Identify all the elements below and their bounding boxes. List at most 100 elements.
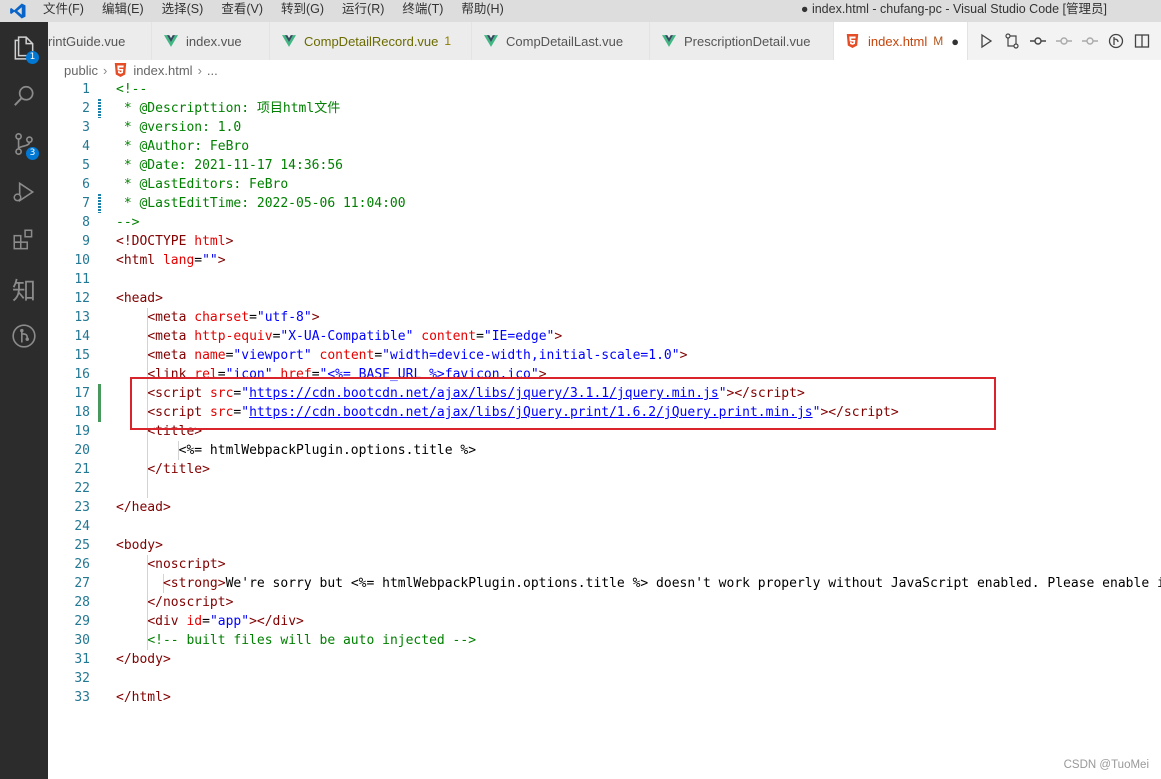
code-text: * @LastEditTime: 2022-05-06 11:04:00: [116, 196, 406, 211]
chevron-right-icon: ›: [102, 62, 108, 78]
tab-index-vue[interactable]: index.vue: [152, 22, 270, 60]
tab-compdetaillast[interactable]: CompDetailLast.vue: [472, 22, 650, 60]
menu-terminal[interactable]: 终端(T): [393, 0, 452, 22]
code-text: <div id="app"></div>: [147, 614, 304, 629]
line-number: 4: [82, 139, 90, 154]
vue-icon: [484, 35, 498, 47]
code-line: 31 </body>: [48, 650, 1161, 669]
code-line: 23 </head>: [48, 498, 1161, 517]
code-line: 33 </html>: [48, 688, 1161, 707]
menu-view[interactable]: 查看(V): [212, 0, 272, 22]
code-text: </title>: [147, 462, 210, 477]
search-button[interactable]: [0, 72, 48, 120]
explorer-button[interactable]: 1: [0, 24, 48, 72]
code-text: <body>: [116, 538, 163, 553]
code-line: 2 * @Descripttion: 项目html文件: [48, 99, 1161, 118]
code-line: 32: [48, 669, 1161, 688]
vscode-logo-icon[interactable]: [9, 2, 27, 20]
line-number: 21: [74, 462, 90, 477]
previous-change-icon[interactable]: [1056, 33, 1072, 49]
line-number: 8: [82, 215, 90, 230]
timeline-icon[interactable]: [1108, 33, 1124, 49]
menu-run[interactable]: 运行(R): [333, 0, 393, 22]
code-text: </head>: [116, 500, 171, 515]
menu-go[interactable]: 转到(G): [272, 0, 333, 22]
code-line: 11: [48, 270, 1161, 289]
line-number: 7: [82, 196, 90, 211]
code-text: <html lang="">: [116, 253, 226, 268]
code-text: <!--: [116, 82, 148, 97]
watermark: CSDN @TuoMei: [1063, 759, 1149, 771]
explorer-badge: 1: [26, 51, 39, 64]
line-number: 29: [74, 614, 90, 629]
run-icon[interactable]: [978, 33, 994, 49]
gutter-modified-marker: [98, 99, 101, 118]
open-changes-icon[interactable]: [1004, 33, 1020, 49]
modified-badge: M: [933, 34, 944, 48]
line-number: 18: [74, 405, 90, 420]
line-number: 23: [74, 500, 90, 515]
tab-label: PrescriptionDetail.vue: [684, 33, 811, 49]
menu-file[interactable]: 文件(F): [34, 0, 93, 22]
menu-selection[interactable]: 选择(S): [153, 0, 213, 22]
tab-compdetailrecord[interactable]: CompDetailRecord.vue 1: [270, 22, 472, 60]
menu-edit[interactable]: 编辑(E): [93, 0, 153, 22]
code-line: 8 -->: [48, 213, 1161, 232]
code-text: <%= htmlWebpackPlugin.options.title %>: [178, 443, 477, 458]
zhi-label: 知: [12, 276, 36, 305]
next-change-icon[interactable]: [1082, 33, 1098, 49]
line-number: 10: [74, 253, 90, 268]
code-line: 26 <noscript>: [48, 555, 1161, 574]
code-line: 13 <meta charset="utf-8">: [48, 308, 1161, 327]
problem-count-badge: 1: [444, 34, 452, 48]
code-text: <head>: [116, 291, 163, 306]
menu-bar: 文件(F) 编辑(E) 选择(S) 查看(V) 转到(G) 运行(R) 终端(T…: [34, 0, 513, 22]
line-number: 13: [74, 310, 90, 325]
code-line: 25 <body>: [48, 536, 1161, 555]
run-debug-button[interactable]: [0, 168, 48, 216]
code-line: 15 <meta name="viewport" content="width=…: [48, 346, 1161, 365]
breadcrumb-more[interactable]: ...: [207, 63, 218, 78]
code-line: 7 * @LastEditTime: 2022-05-06 11:04:00: [48, 194, 1161, 213]
split-editor-icon[interactable]: [1134, 33, 1150, 49]
vue-icon: [164, 35, 178, 47]
line-number: 12: [74, 291, 90, 306]
extensions-button[interactable]: [0, 216, 48, 264]
editor-tabs: rintGuide.vue index.vue CompDetailRecord…: [48, 22, 968, 60]
code-line: 28 </noscript>: [48, 593, 1161, 612]
code-line: 21 </title>: [48, 460, 1161, 479]
line-number: 9: [82, 234, 90, 249]
code-line: 6 * @LastEditors: FeBro: [48, 175, 1161, 194]
tab-prescriptiondetail[interactable]: PrescriptionDetail.vue: [650, 22, 834, 60]
gutter-added-marker: [98, 403, 101, 422]
tab-label: CompDetailLast.vue: [506, 33, 624, 49]
line-number: 32: [74, 671, 90, 686]
title-bar: 文件(F) 编辑(E) 选择(S) 查看(V) 转到(G) 运行(R) 终端(T…: [0, 0, 1161, 22]
line-number: 22: [74, 481, 90, 496]
code-line: 4 * @Author: FeBro: [48, 137, 1161, 156]
line-number: 14: [74, 329, 90, 344]
extensions-icon: [13, 229, 33, 250]
line-number: 31: [74, 652, 90, 667]
tab-label: CompDetailRecord.vue: [304, 33, 439, 49]
unsaved-dot-icon[interactable]: ●: [951, 34, 959, 49]
breadcrumb-folder[interactable]: public: [64, 63, 98, 78]
git-graph-button[interactable]: [0, 312, 48, 360]
line-number: 20: [74, 443, 90, 458]
git-graph-icon: [12, 324, 36, 348]
breadcrumb-file[interactable]: index.html: [133, 63, 192, 78]
source-control-button[interactable]: 3: [0, 120, 48, 168]
activity-bar: 1 3 知: [0, 22, 48, 779]
git-commit-icon[interactable]: [1030, 33, 1046, 49]
code-text: <meta http-equiv="X-UA-Compatible" conte…: [147, 329, 563, 344]
code-text: * @Date: 2021-11-17 14:36:56: [116, 158, 343, 173]
code-line: 12 <head>: [48, 289, 1161, 308]
tab-index-html[interactable]: index.html M ●: [834, 22, 968, 60]
tab-printguide[interactable]: rintGuide.vue: [48, 22, 152, 60]
zhi-extension-button[interactable]: 知: [0, 264, 48, 312]
code-text: -->: [116, 215, 140, 230]
code-text: <!-- built files will be auto injected -…: [147, 633, 477, 648]
line-number: 17: [74, 386, 90, 401]
editor-actions: [968, 22, 1161, 60]
menu-help[interactable]: 帮助(H): [452, 0, 512, 22]
